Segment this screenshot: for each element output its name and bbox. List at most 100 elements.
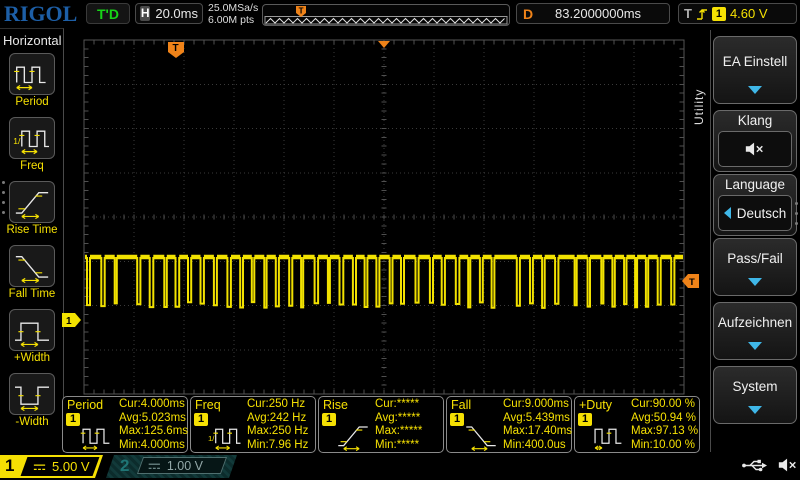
horizontal-scale-badge[interactable]: H 20.0ms — [135, 3, 203, 24]
channel2-number: 2 — [120, 456, 130, 475]
memory-depth: 6.00M pts — [208, 14, 255, 26]
menu-button-label: Klang — [737, 113, 773, 128]
sample-rate: 25.0MSa/s — [208, 2, 259, 14]
measure-value: Cur:***** — [375, 398, 420, 410]
waveform-preview[interactable]: T — [262, 4, 510, 26]
measure-value: Min:10.00 % — [631, 438, 695, 451]
measure-panel-duty[interactable]: +Duty 1 Cur:90.00 % Avg:50.94 % Max:97.13 … — [574, 396, 700, 453]
sidebar-item-label: -Width — [15, 416, 49, 428]
chevron-left-icon — [723, 207, 731, 219]
menu-button-label: System — [732, 379, 778, 394]
measure-value: Avg:5.023ms — [119, 411, 186, 424]
dc-coupling-icon — [147, 461, 162, 471]
measure-value: Avg:50.94 % — [631, 411, 697, 424]
measure-value: Max:17.40ms — [503, 425, 573, 438]
measure-value: Cur:9.000ms — [503, 398, 569, 410]
sidebar-item-rise-time[interactable]: Rise Time — [0, 181, 64, 245]
menu-button-klang[interactable]: Klang — [713, 110, 797, 172]
sidebar-item-period[interactable]: Period — [0, 53, 64, 117]
svg-text:1/: 1/ — [13, 136, 21, 146]
measure-value: Max:97.13 % — [631, 425, 699, 438]
trigger-channel-badge: 1 — [711, 6, 726, 21]
menu-button-label: Pass/Fail — [727, 251, 783, 266]
rise-time-icon — [15, 191, 49, 219]
freq-icon: 1/ — [13, 130, 49, 155]
speaker-muted-icon — [745, 142, 763, 156]
menu-tab-utility: Utility — [692, 88, 706, 125]
sidebar-button-neg-width[interactable] — [9, 373, 55, 415]
trigger-position-flag: T — [168, 42, 184, 58]
measure-title: Fall — [451, 398, 472, 412]
menu-button-system[interactable]: System — [713, 366, 797, 424]
period-icon — [14, 66, 46, 91]
sidebar-item-pos-width[interactable]: +Width — [0, 309, 64, 373]
svg-text:T: T — [689, 277, 695, 288]
measure-panel-period[interactable]: Period 1 Cur:4.000ms Avg:5.023ms Max:125.6… — [62, 396, 188, 453]
menu-button-language[interactable]: Language Deutsch — [713, 174, 797, 236]
measure-value: Avg:***** — [375, 411, 421, 424]
pos-width-icon — [14, 322, 49, 347]
sidebar-button-pos-width[interactable] — [9, 309, 55, 351]
sidebar-item-label: Period — [15, 96, 49, 108]
menu-inner-button[interactable] — [718, 131, 792, 167]
menu-inner-button[interactable]: Deutsch — [718, 195, 792, 231]
trigger-badge[interactable]: T 1 4.60 V — [678, 3, 797, 24]
measure-panel-fall-time[interactable]: Fall 1 Cur:9.000ms Avg:5.439ms Max:17.40ms… — [446, 396, 572, 453]
measure-value: Max:250 Hz — [247, 425, 309, 438]
trigger-status-badge: T'D — [86, 3, 130, 24]
right-page-dots — [795, 202, 798, 225]
trigger-level-value: 4.60 V — [729, 6, 768, 21]
menu-button-label: EA Einstell — [722, 54, 788, 69]
measure-panel-freq[interactable]: Freq 1 1/ Cur:250 Hz Avg:242 Hz Max:250 Hz… — [190, 396, 316, 453]
sidebar-item-neg-width[interactable]: -Width — [0, 373, 64, 437]
chevron-down-icon — [748, 86, 762, 94]
sidebar-item-freq[interactable]: 1/ Freq — [0, 117, 64, 181]
delay-badge[interactable]: D 83.2000000ms — [516, 3, 670, 24]
svg-text:1/: 1/ — [208, 434, 215, 443]
channel1-position-marker: 1 — [62, 313, 81, 327]
rigol-logo: RIGOL — [4, 1, 78, 26]
sidebar-item-label: Fall Time — [8, 288, 56, 300]
usb-icon — [742, 459, 767, 471]
measure-title: Period — [67, 398, 104, 412]
measure-value: Cur:4.000ms — [119, 398, 185, 410]
channel1-badge[interactable]: 1 5.00 V — [0, 455, 103, 478]
measure-panel-rise-time[interactable]: Rise 1 Cur:***** Avg:***** Max:***** Min:**… — [318, 396, 444, 453]
fall-time-icon — [466, 426, 496, 452]
sidebar-button-fall-time[interactable] — [9, 245, 55, 287]
menu-button-pass-fail[interactable]: Pass/Fail — [713, 238, 797, 296]
sidebar-button-period[interactable] — [9, 53, 55, 95]
measure-title: +Duty — [579, 398, 613, 412]
scope-display[interactable]: T T 1 — [60, 28, 700, 398]
measure-value: Avg:5.439ms — [503, 411, 570, 424]
neg-width-icon — [14, 386, 49, 411]
sidebar-button-freq[interactable]: 1/ — [9, 117, 55, 159]
top-bar: RIGOL T'D H 20.0ms 25.0MSa/s 6.00M pts T… — [0, 0, 800, 28]
status-icon-area — [741, 457, 799, 473]
right-menu-divider — [710, 30, 711, 452]
menu-button-label: Aufzeichnen — [717, 315, 793, 330]
svg-text:T: T — [299, 6, 304, 15]
horizontal-scale-value: 20.0ms — [155, 6, 198, 21]
measure-value: Max:125.6ms — [119, 425, 189, 438]
speaker-muted-icon — [778, 458, 796, 472]
menu-button-aufzeichnen[interactable]: Aufzeichnen — [713, 302, 797, 360]
menu-button-label: Language — [724, 177, 786, 192]
memory-waveform-icon: T — [264, 6, 508, 25]
chevron-down-icon — [748, 342, 762, 350]
period-icon — [80, 428, 110, 451]
svg-text:1: 1 — [66, 316, 72, 327]
sidebar-button-rise-time[interactable] — [9, 181, 55, 223]
sidebar-item-label: +Width — [13, 352, 51, 364]
dc-coupling-icon — [32, 462, 47, 472]
measure-value: Min:***** — [375, 438, 420, 451]
chevron-down-icon — [748, 278, 762, 286]
sidebar-item-fall-time[interactable]: Fall Time — [0, 245, 64, 309]
menu-button-ea-einstell[interactable]: EA Einstell — [713, 36, 797, 104]
left-page-dots — [2, 181, 5, 214]
svg-text:T: T — [173, 43, 179, 54]
delay-value: 83.2000000ms — [555, 6, 642, 21]
measure-value: Min:7.96 Hz — [247, 438, 309, 451]
channel1-scale: 5.00 V — [52, 459, 90, 474]
channel2-badge[interactable]: 2 1.00 V — [106, 455, 237, 478]
